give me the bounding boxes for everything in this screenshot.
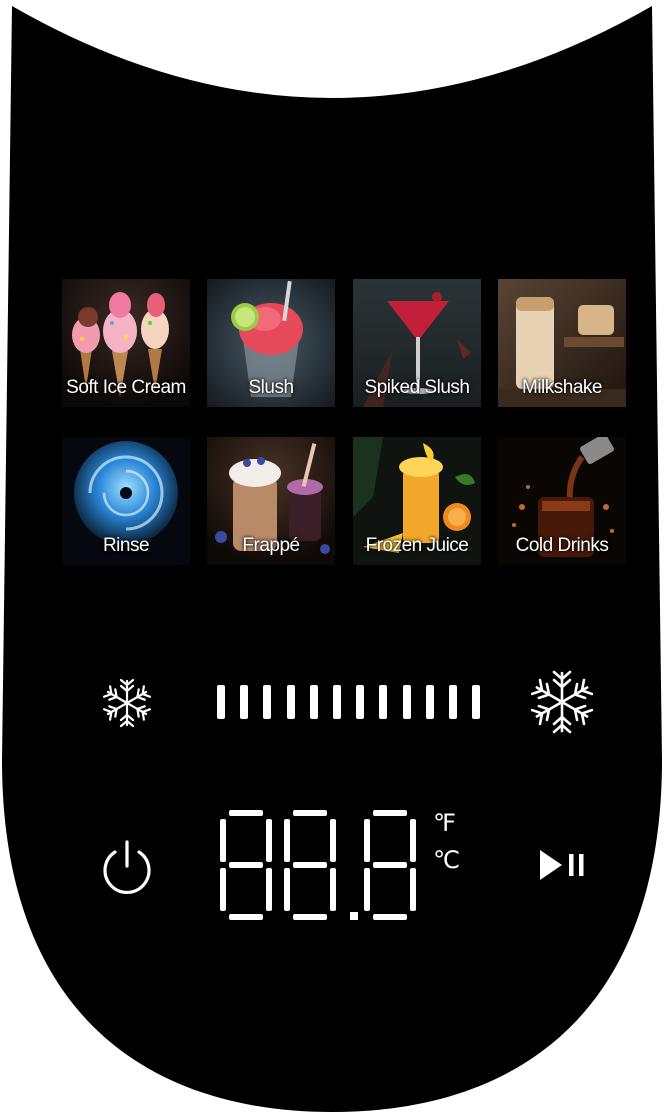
level-segment[interactable] <box>217 685 225 719</box>
level-segment[interactable] <box>402 685 411 719</box>
display-segment <box>364 819 370 862</box>
display-segment <box>229 914 263 920</box>
mode-tile-cold-drinks[interactable]: Cold Drinks <box>498 437 626 565</box>
mode-label: Frappé <box>242 535 300 556</box>
level-segment[interactable] <box>379 685 388 719</box>
play-pause-icon[interactable] <box>536 846 590 884</box>
mode-tile-soft-ice-cream[interactable]: Soft Ice Cream <box>62 279 190 407</box>
level-segment[interactable] <box>333 685 341 719</box>
power-icon[interactable] <box>96 836 158 898</box>
fahrenheit-unit: ℉ <box>433 809 456 837</box>
mode-label: Soft Ice Cream <box>66 377 186 398</box>
level-segment[interactable] <box>263 685 272 719</box>
display-segment <box>284 868 290 911</box>
mode-tile-frappe[interactable]: Frappé <box>207 437 335 565</box>
mode-tile-frozen-juice[interactable]: Frozen Juice <box>353 437 481 565</box>
celsius-unit: ℃ <box>433 846 460 874</box>
mode-tile-slush[interactable]: Slush <box>207 279 335 407</box>
mode-label: Slush <box>248 377 294 398</box>
display-segment <box>373 810 407 816</box>
display-segment <box>284 819 290 862</box>
display-segment <box>266 868 272 911</box>
display-segment <box>220 868 226 911</box>
level-segment[interactable] <box>286 685 295 719</box>
display-segment <box>410 819 416 862</box>
level-segment[interactable] <box>240 685 249 719</box>
mode-tile-rinse[interactable]: Rinse <box>62 437 190 565</box>
decimal-point <box>350 912 358 920</box>
display-segment <box>293 810 327 816</box>
display-segment <box>293 862 327 868</box>
mode-label: Milkshake <box>522 377 602 398</box>
control-panel: Soft Ice Cream Slush Spiked Slush Milksh… <box>0 0 664 1120</box>
mode-label: Rinse <box>102 535 150 556</box>
level-segment[interactable] <box>472 685 481 719</box>
snowflake-small-icon[interactable] <box>100 678 154 728</box>
snowflake-large-icon[interactable] <box>531 670 593 734</box>
display-segment <box>410 868 416 911</box>
level-segment[interactable] <box>356 685 365 719</box>
display-segment <box>266 819 272 862</box>
temperature-display <box>220 810 416 920</box>
mode-tile-milkshake[interactable]: Milkshake <box>498 279 626 407</box>
display-segment <box>364 868 370 911</box>
display-segment <box>220 819 226 862</box>
display-segment <box>229 862 263 868</box>
display-segment <box>293 914 327 920</box>
mode-label: Frozen Juice <box>365 535 469 556</box>
display-segment <box>373 862 407 868</box>
mode-label: Spiked Slush <box>364 377 470 398</box>
temperature-level-bar[interactable] <box>214 682 481 722</box>
mode-tile-spiked-slush[interactable]: Spiked Slush <box>353 279 481 407</box>
level-segment[interactable] <box>309 685 318 719</box>
display-segment <box>229 810 263 816</box>
level-segment[interactable] <box>449 685 457 719</box>
mode-label: Cold Drinks <box>515 535 609 556</box>
display-segment <box>373 914 407 920</box>
level-segment[interactable] <box>425 685 434 719</box>
display-segment <box>330 868 336 911</box>
display-segment <box>330 819 336 862</box>
